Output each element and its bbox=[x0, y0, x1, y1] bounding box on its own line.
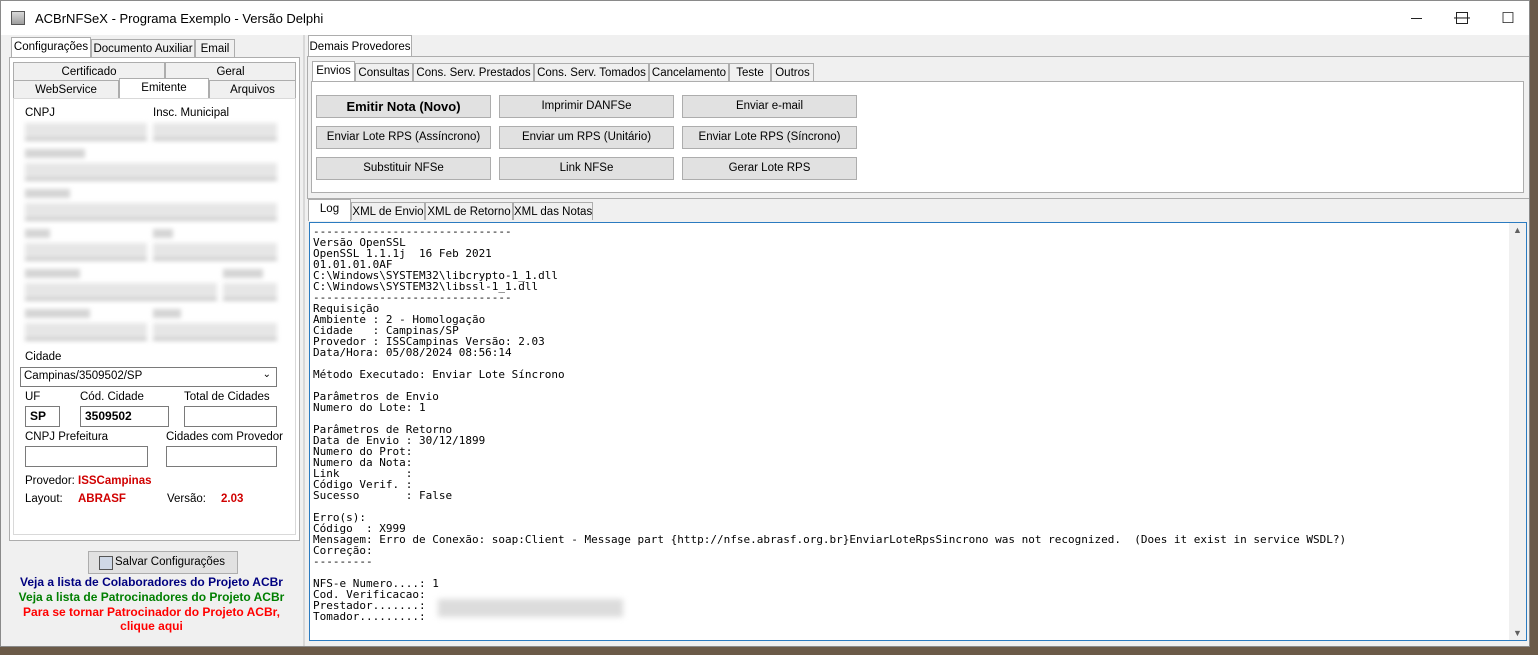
tab-envios[interactable]: Envios bbox=[312, 61, 355, 82]
redacted-label bbox=[223, 269, 263, 278]
scroll-up-icon[interactable]: ▲ bbox=[1509, 225, 1526, 235]
total-cidades-field[interactable] bbox=[184, 406, 277, 427]
tab-arquivos[interactable]: Arquivos bbox=[209, 80, 296, 98]
cidade-label: Cidade bbox=[25, 351, 62, 363]
versao-value: 2.03 bbox=[221, 493, 244, 505]
redacted-label bbox=[153, 309, 181, 318]
uf-field[interactable]: SP bbox=[25, 406, 60, 427]
tab-cons-serv-prestados[interactable]: Cons. Serv. Prestados bbox=[413, 63, 534, 81]
clique-aqui-link[interactable]: clique aqui bbox=[9, 619, 294, 633]
cod-cidade-field[interactable]: 3509502 bbox=[80, 406, 169, 427]
cidade-select-value: Campinas/3509502/SP bbox=[24, 370, 143, 382]
redacted-label bbox=[25, 309, 90, 318]
window-title: ACBrNFSeX - Programa Exemplo - Versão De… bbox=[35, 11, 324, 26]
tab-xml-notas[interactable]: XML das Notas bbox=[513, 202, 593, 220]
tab-configuracoes[interactable]: Configurações bbox=[11, 37, 91, 58]
enviar-um-rps-unitario-button[interactable]: Enviar um RPS (Unitário) bbox=[499, 126, 674, 149]
title-bar: ACBrNFSeX - Programa Exemplo - Versão De… bbox=[1, 1, 1529, 35]
tab-outros[interactable]: Outros bbox=[771, 63, 814, 81]
envios-panel bbox=[311, 81, 1524, 193]
numero-field[interactable] bbox=[223, 283, 277, 300]
insc-municipal-field[interactable] bbox=[153, 123, 277, 140]
tab-email[interactable]: Email bbox=[195, 39, 235, 57]
log-text: ------------------------------ Versão Op… bbox=[313, 225, 1347, 623]
fone-field[interactable] bbox=[25, 243, 147, 260]
enviar-email-button[interactable]: Enviar e-mail bbox=[682, 95, 857, 118]
cnpj-prefeitura-field[interactable] bbox=[25, 446, 148, 467]
maximize-icon[interactable] bbox=[1439, 1, 1485, 35]
provedor-label: Provedor: bbox=[25, 475, 75, 487]
emitir-nota-button[interactable]: Emitir Nota (Novo) bbox=[316, 95, 491, 118]
versao-label: Versão: bbox=[167, 493, 206, 505]
tab-log[interactable]: Log bbox=[308, 199, 351, 221]
gerar-lote-rps-button[interactable]: Gerar Lote RPS bbox=[682, 157, 857, 180]
uf-label: UF bbox=[25, 391, 41, 403]
layout-value: ABRASF bbox=[78, 493, 126, 505]
layout-label: Layout: bbox=[25, 493, 63, 505]
redacted-label bbox=[153, 229, 173, 238]
tab-consultas[interactable]: Consultas bbox=[355, 63, 413, 81]
complemento-field[interactable] bbox=[25, 323, 147, 340]
tab-webservice[interactable]: WebService bbox=[13, 80, 119, 98]
imprimir-danfse-button[interactable]: Imprimir DANFSe bbox=[499, 95, 674, 118]
scroll-down-icon[interactable]: ▼ bbox=[1509, 628, 1526, 638]
cod-cidade-label: Cód. Cidade bbox=[80, 391, 144, 403]
provedor-value: ISSCampinas bbox=[78, 475, 152, 487]
cep-field[interactable] bbox=[153, 243, 277, 260]
cnpj-prefeitura-label: CNPJ Prefeitura bbox=[25, 431, 109, 443]
fantasia-field[interactable] bbox=[25, 203, 277, 220]
tab-xml-retorno[interactable]: XML de Retorno bbox=[425, 202, 513, 220]
maximize-button[interactable]: ☐ bbox=[1485, 1, 1529, 35]
redacted-label bbox=[25, 189, 70, 198]
splitter[interactable] bbox=[303, 35, 305, 646]
tab-documento-auxiliar[interactable]: Documento Auxiliar bbox=[91, 39, 195, 57]
patrocinadores-link[interactable]: Veja a lista de Patrocinadores do Projet… bbox=[9, 590, 294, 604]
cidades-provedor-field[interactable] bbox=[166, 446, 277, 467]
redacted-prestador bbox=[438, 599, 623, 617]
cnpj-label: CNPJ bbox=[25, 107, 56, 119]
tab-emitente[interactable]: Emitente bbox=[119, 78, 209, 99]
bairro-field[interactable] bbox=[153, 323, 277, 340]
tornar-patrocinador-link[interactable]: Para se tornar Patrocinador do Projeto A… bbox=[9, 605, 294, 619]
app-window: ACBrNFSeX - Programa Exemplo - Versão De… bbox=[0, 0, 1530, 647]
substituir-nfse-button[interactable]: Substituir NFSe bbox=[316, 157, 491, 180]
tab-cons-serv-tomados[interactable]: Cons. Serv. Tomados bbox=[534, 63, 649, 81]
minimize-icon[interactable] bbox=[1393, 1, 1439, 35]
save-disk-icon bbox=[99, 556, 113, 570]
total-cidades-label: Total de Cidades bbox=[184, 391, 270, 403]
tab-cancelamento[interactable]: Cancelamento bbox=[649, 63, 729, 81]
cnpj-field[interactable] bbox=[25, 123, 147, 140]
save-config-label: Salvar Configurações bbox=[115, 556, 225, 568]
app-icon bbox=[11, 11, 25, 25]
redacted-label bbox=[25, 229, 50, 238]
redacted-label bbox=[25, 149, 85, 158]
enviar-lote-rps-assincrono-button[interactable]: Enviar Lote RPS (Assíncrono) bbox=[316, 126, 491, 149]
razao-social-field[interactable] bbox=[25, 163, 277, 180]
log-memo[interactable]: ------------------------------ Versão Op… bbox=[309, 222, 1527, 641]
save-config-button[interactable]: Salvar Configurações bbox=[88, 551, 238, 574]
insc-municipal-label: Insc. Municipal bbox=[153, 107, 230, 119]
tab-teste[interactable]: Teste bbox=[729, 63, 771, 81]
chevron-down-icon: ⌄ bbox=[262, 369, 271, 380]
logradouro-field[interactable] bbox=[25, 283, 217, 300]
link-nfse-button[interactable]: Link NFSe bbox=[499, 157, 674, 180]
redacted-label bbox=[25, 269, 80, 278]
enviar-lote-rps-sincrono-button[interactable]: Enviar Lote RPS (Síncrono) bbox=[682, 126, 857, 149]
cidade-select[interactable]: Campinas/3509502/SP ⌄ bbox=[20, 367, 277, 387]
log-scrollbar[interactable]: ▲ ▼ bbox=[1509, 223, 1526, 640]
cidades-provedor-label: Cidades com Provedor bbox=[166, 431, 283, 443]
tab-xml-envio[interactable]: XML de Envio bbox=[351, 202, 425, 220]
colaboradores-link[interactable]: Veja a lista de Colaboradores do Projeto… bbox=[9, 575, 294, 589]
tab-demais-provedores[interactable]: Demais Provedores bbox=[308, 35, 412, 57]
